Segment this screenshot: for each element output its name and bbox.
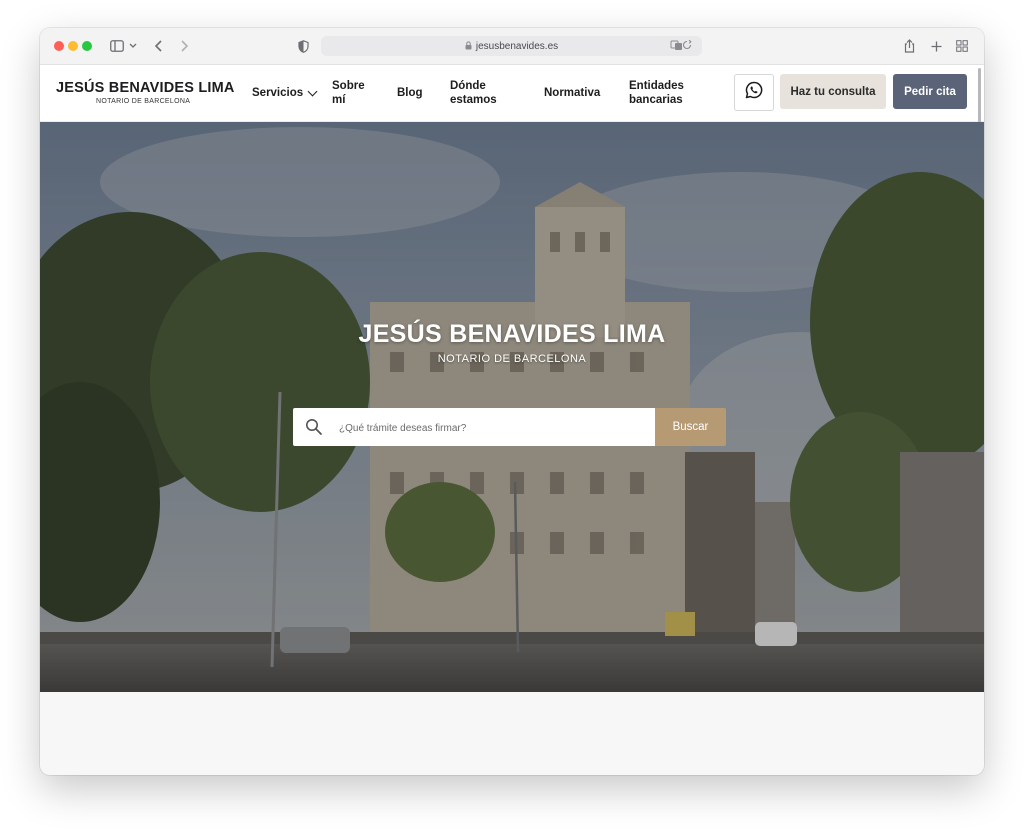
search-box [293, 408, 655, 446]
nav-entidades-label-line1: Entidades [629, 80, 684, 92]
nav-item-sobre-mi[interactable]: Sobre mí [332, 65, 365, 121]
whatsapp-button[interactable] [734, 74, 774, 111]
nav-item-servicios[interactable]: Servicios [252, 65, 318, 121]
hero-title: JESÚS BENAVIDES LIMA [358, 320, 666, 348]
nav-item-normativa[interactable]: Normativa [544, 65, 600, 121]
nav-donde-label-line1: Dónde [450, 80, 486, 92]
nav-blog-label: Blog [397, 87, 423, 99]
browser-toolbar: jesusbenavides.es [40, 28, 984, 65]
chevron-down-icon [307, 86, 318, 96]
tab-overview-icon[interactable] [955, 37, 969, 55]
address-bar[interactable]: jesusbenavides.es [321, 36, 702, 56]
nav-donde-label-line2: estamos [450, 94, 497, 106]
forward-icon[interactable] [177, 37, 191, 55]
back-icon[interactable] [152, 37, 166, 55]
search-input[interactable] [337, 418, 641, 438]
search-icon [305, 418, 323, 436]
whatsapp-icon [745, 81, 763, 104]
page-below-fold [40, 692, 984, 775]
chevron-down-icon[interactable] [128, 37, 138, 55]
browser-window: jesusbenavides.es JESÚS BENAVIDES LIMA N… [40, 28, 984, 775]
close-window-button[interactable] [54, 41, 64, 51]
sidebar-icon[interactable] [108, 37, 126, 55]
nav-item-blog[interactable]: Blog [397, 65, 423, 121]
buscar-button[interactable]: Buscar [655, 408, 726, 446]
share-icon[interactable] [902, 37, 916, 55]
haz-tu-consulta-button[interactable]: Haz tu consulta [780, 74, 886, 109]
nav-entidades-label-line2: bancarias [629, 94, 683, 106]
hero-background-photo [40, 122, 984, 692]
nav-normativa-label: Normativa [544, 87, 601, 99]
nav-item-donde-estamos[interactable]: Dónde estamos [450, 65, 497, 121]
lock-icon [465, 40, 472, 52]
new-tab-icon[interactable] [929, 37, 943, 55]
pedir-cita-button[interactable]: Pedir cita [893, 74, 967, 109]
nav-item-entidades-bancarias[interactable]: Entidades bancarias [629, 65, 684, 121]
translate-icon[interactable] [670, 39, 696, 54]
minimize-window-button[interactable] [68, 41, 78, 51]
nav-servicios-label: Servicios [252, 87, 304, 99]
site-header: JESÚS BENAVIDES LIMA NOTARIO DE BARCELON… [40, 65, 984, 122]
hero-section: JESÚS BENAVIDES LIMA NOTARIO DE BARCELON… [40, 122, 984, 692]
hero-subtitle: NOTARIO DE BARCELONA [437, 353, 587, 365]
nav-sobre-label-line1: Sobre [332, 80, 365, 92]
logo-title[interactable]: JESÚS BENAVIDES LIMA [56, 80, 235, 96]
url-text: jesusbenavides.es [475, 40, 559, 52]
zoom-window-button[interactable] [82, 41, 92, 51]
shield-icon[interactable] [296, 37, 310, 55]
logo-subtitle: NOTARIO DE BARCELONA [96, 98, 191, 105]
nav-sobre-label-line2: mí [332, 94, 346, 106]
